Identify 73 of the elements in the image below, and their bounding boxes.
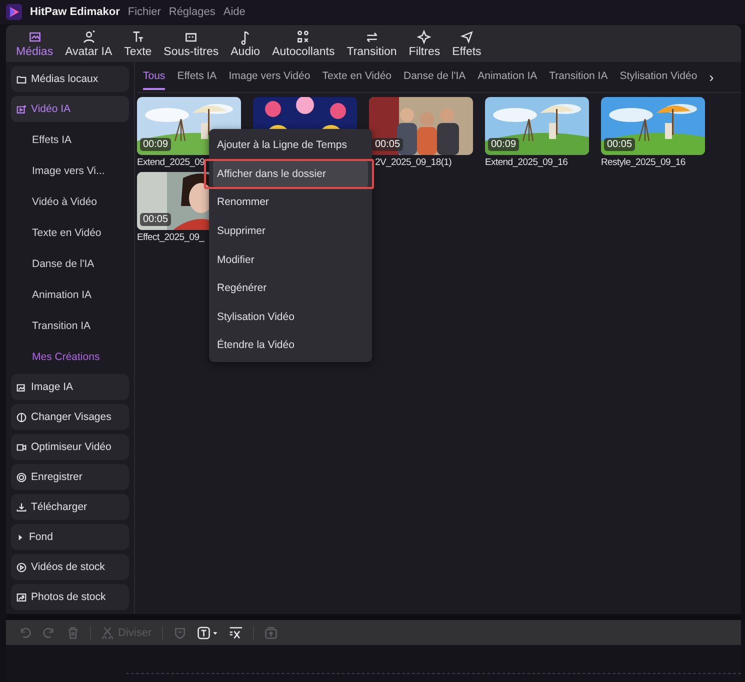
category-tab[interactable]: Effets IA (177, 64, 217, 90)
toolbar-tab[interactable]: Transition (342, 29, 401, 58)
duration-badge: 00:09 (488, 138, 520, 151)
menu-item[interactable]: Regénérer (213, 274, 368, 303)
folder-icon (16, 74, 27, 84)
sidebar-subitem[interactable]: Animation IA (11, 281, 129, 308)
category-tab[interactable]: Stylisation Vidéo (620, 64, 698, 90)
duration-badge: 00:05 (604, 138, 636, 151)
toolbar-tab[interactable]: Texte (120, 29, 156, 58)
menu-item[interactable]: Supprimer (213, 216, 368, 246)
toolbar-tab[interactable]: Autocollants (268, 29, 339, 58)
category-tab[interactable]: Danse de l'IA (404, 64, 466, 90)
duration-badge: 00:05 (372, 138, 404, 151)
category-tab[interactable]: Transition IA (549, 64, 608, 90)
scissors-icon (101, 626, 114, 639)
file-name: Restyle_2025_09_16 (601, 157, 686, 168)
toolbar-tab[interactable]: Effets (448, 29, 486, 58)
sidebar-item[interactable]: Photos de stock (11, 584, 129, 610)
toolbar-tab[interactable]: Filtres (404, 29, 444, 58)
menu-item[interactable]: Stylisation Vidéo (213, 302, 368, 332)
sidebar-item[interactable]: Enregistrer (11, 464, 129, 490)
sidebar-item[interactable]: Vidéos de stock (11, 554, 129, 580)
menu-item[interactable]: Ajouter à la Ligne de Temps (213, 131, 368, 160)
toolbar-tab[interactable]: Médias (12, 29, 58, 58)
toolbar-tab[interactable]: Avatar IA (61, 29, 116, 58)
app-name: HitPaw Edimakor (30, 6, 120, 18)
menu-item[interactable]: Étendre la Vidéo (213, 331, 368, 360)
record-icon (16, 472, 27, 482)
sidebar-item[interactable]: Télécharger (11, 494, 129, 520)
text-dropdown-icon[interactable] (196, 626, 219, 640)
sparkle-icon (416, 29, 432, 45)
category-tab[interactable]: Image vers Vidéo (228, 64, 310, 90)
menu-item[interactable]: Modifier (213, 245, 368, 274)
person-plus-icon (80, 29, 97, 45)
file-name: 2V_2025_09_18(1) (375, 157, 452, 168)
toolbar-tab[interactable]: Audio (226, 29, 264, 58)
sidebar-item[interactable]: Médias locaux (11, 66, 129, 92)
sidebar-item[interactable]: Vidéo IA (11, 96, 129, 122)
sidebar-subitem[interactable]: Texte en Vidéo (11, 219, 129, 246)
image-icon (16, 382, 27, 392)
sidebar-item[interactable]: Changer Visages (11, 404, 129, 430)
menu-item[interactable]: Fichier (128, 6, 161, 18)
file-name: Effect_2025_09_ (137, 232, 204, 243)
camera-icon (16, 442, 27, 452)
file-name: Extend_2025_09_16 (485, 157, 568, 168)
sidebar-subitem[interactable]: Transition IA (11, 312, 129, 339)
sidebar-item[interactable]: Optimiseur Vidéo (11, 434, 129, 460)
photo-icon (16, 592, 27, 602)
duration-badge: 00:05 (140, 213, 172, 226)
sidebar-subitem[interactable]: Vidéo à Vidéo (11, 188, 129, 215)
duration-badge: 00:09 (140, 138, 172, 151)
category-tab[interactable]: Texte en Vidéo (322, 64, 392, 90)
menu-item[interactable]: Afficher dans le dossier (213, 160, 368, 188)
video-plus-icon (16, 104, 27, 114)
sidebar-subitem[interactable]: Mes Créations (11, 343, 129, 370)
toolbar-tab[interactable]: Sous-titres (160, 29, 223, 58)
sidebar-subitem[interactable]: Image vers Vi... (11, 157, 129, 184)
sidebar-subitem[interactable]: Danse de l'IA (11, 250, 129, 277)
sidebar-subitem[interactable]: Effets IA (11, 126, 129, 153)
menu-item[interactable]: Réglages (168, 6, 216, 18)
download-icon (16, 502, 27, 512)
category-tab[interactable]: Tous (143, 64, 166, 90)
menu-item[interactable]: Renommer (213, 188, 368, 217)
play-icon (16, 562, 27, 572)
next-tabs-button[interactable]: › (709, 69, 714, 85)
caret-icon (16, 532, 25, 542)
sidebar-item[interactable]: Fond (11, 524, 129, 550)
trim-icon[interactable] (228, 626, 243, 640)
category-tab[interactable]: Animation IA (478, 64, 538, 90)
sidebar-item[interactable]: Image IA (11, 374, 129, 400)
menu-item[interactable]: Aide (223, 6, 246, 18)
shapes-icon (295, 29, 312, 45)
app-logo-icon (6, 4, 22, 20)
